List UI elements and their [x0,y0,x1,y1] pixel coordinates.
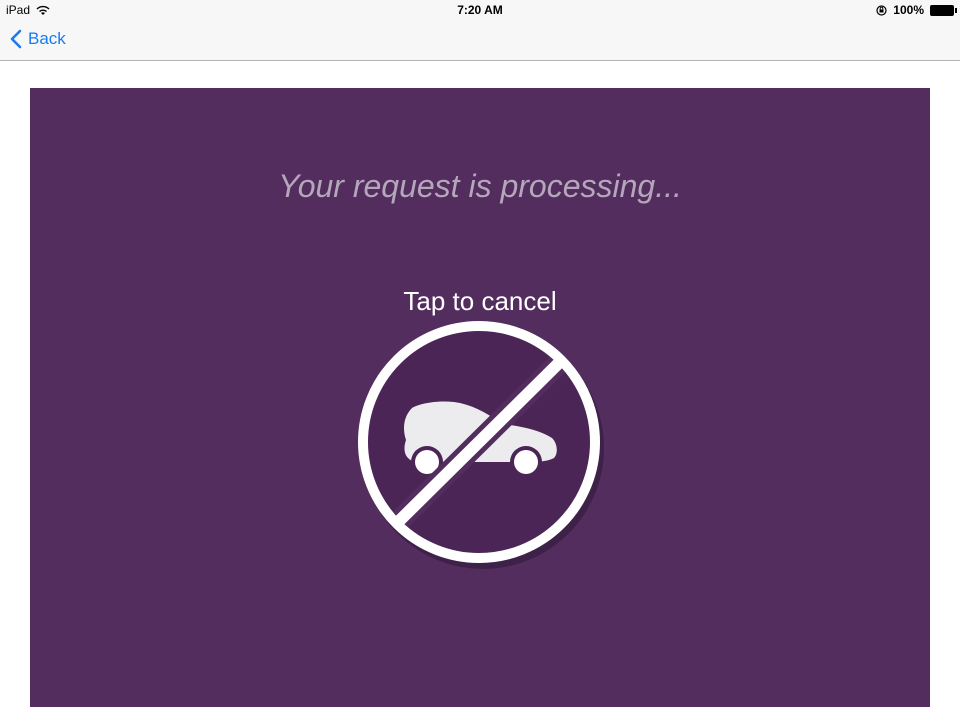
cancel-label: Tap to cancel [403,286,557,316]
battery-icon [930,4,957,16]
request-panel: Your request is processing... Tap to can… [30,88,930,707]
back-label: Back [28,29,66,48]
status-bar: iPad 7:20 AM 100% [0,0,960,20]
back-button[interactable]: Back [10,29,66,49]
orientation-lock-icon [876,4,887,16]
status-time: 7:20 AM [457,3,503,17]
status-right: 100% [876,3,957,17]
no-car-icon [358,321,604,569]
nav-bar: Back [0,20,960,61]
processing-message: Your request is processing... [278,168,682,204]
battery-percent: 100% [893,3,924,17]
cancel-button[interactable] [356,320,606,570]
chevron-left-icon [10,29,22,49]
